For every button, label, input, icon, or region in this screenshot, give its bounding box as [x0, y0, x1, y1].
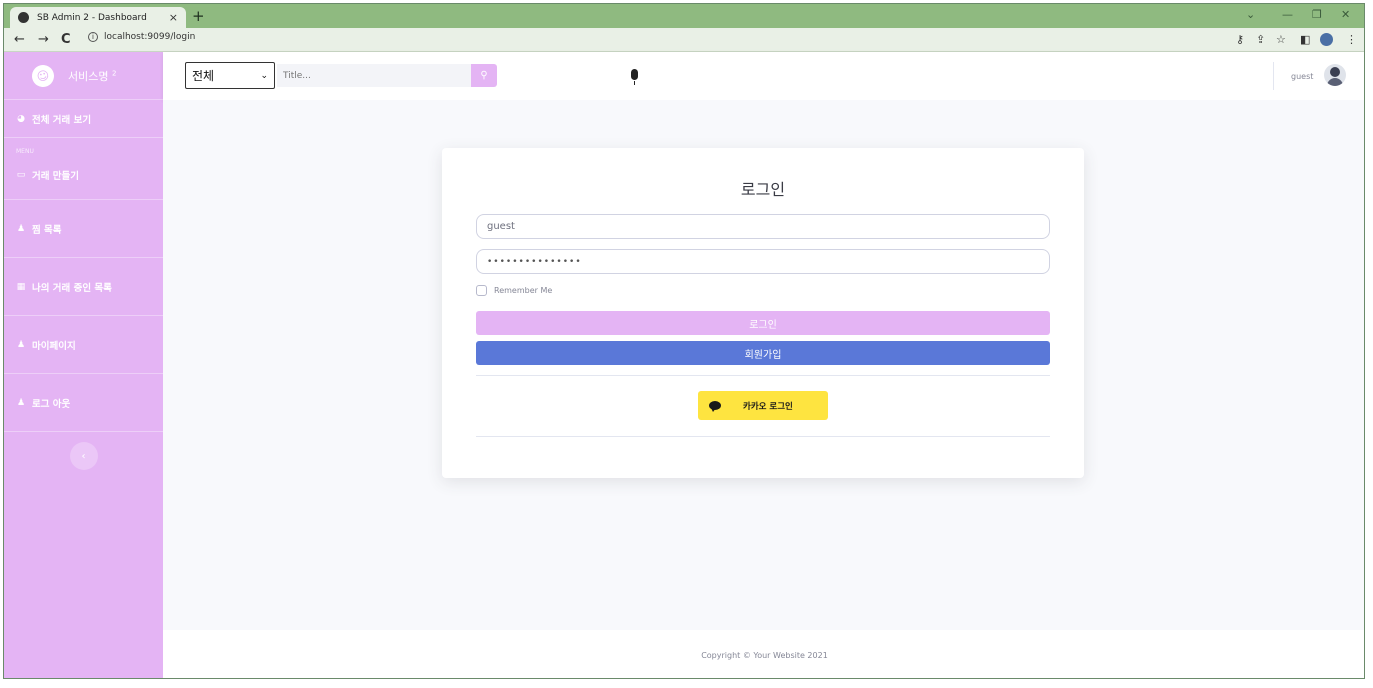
new-tab-button[interactable]: +: [192, 7, 205, 25]
table-icon: ▦: [16, 281, 26, 292]
sidebar-item-label: 찜 목록: [32, 224, 62, 236]
topbar: 전체 ⌄ ⚲ guest: [163, 52, 1364, 100]
user-icon: ♟: [16, 223, 26, 234]
brand-name: 서비스명 2: [68, 68, 117, 83]
chevron-left-icon: ‹: [81, 450, 86, 462]
sidepanel-icon[interactable]: ◧: [1300, 33, 1310, 46]
sidebar-item-label: 나의 거래 중인 목록: [32, 282, 112, 294]
sidebar-item-label: 마이페이지: [32, 340, 76, 352]
kakao-login-label: 카카오 로그인: [743, 401, 793, 412]
forward-button[interactable]: →: [38, 32, 49, 47]
kakao-login-button[interactable]: 카카오 로그인: [698, 391, 828, 420]
login-card: 로그인 guest ••••••••••••••• Remember Me 로그…: [442, 148, 1084, 478]
user-icon: ♟: [16, 397, 26, 408]
sidebar-item-logout[interactable]: ♟ 로그 아웃: [4, 374, 163, 432]
browser-window: SB Admin 2 - Dashboard × + ⌄ — ❐ ✕ ← → C…: [3, 3, 1365, 679]
category-selected-value: 전체: [192, 69, 215, 83]
password-field[interactable]: •••••••••••••••: [476, 249, 1050, 274]
url-text: localhost:9099/login: [104, 32, 196, 42]
remember-me[interactable]: Remember Me: [476, 285, 552, 296]
page-title: 로그인: [740, 180, 786, 199]
sidebar-heading: MENU: [16, 148, 34, 155]
window-close-icon[interactable]: ✕: [1341, 8, 1350, 21]
browser-toolbar: ← → C i localhost:9099/login ⚷ ⇪ ☆ ◧ ⋮: [4, 28, 1364, 52]
microphone-icon[interactable]: [631, 69, 638, 85]
profile-icon[interactable]: [1320, 33, 1333, 46]
sidebar-item-label: 거래 만들기: [32, 170, 80, 182]
remember-me-label: Remember Me: [494, 286, 553, 295]
sidebar: ☺ 서비스명 2 ◕ 전체 거래 보기 MENU ▭ 거래 만들기 ♟ 찜 목록…: [4, 52, 163, 678]
search-button[interactable]: ⚲: [471, 64, 497, 87]
address-bar[interactable]: i localhost:9099/login: [88, 32, 195, 42]
tab-close-icon[interactable]: ×: [169, 11, 178, 24]
login-button[interactable]: 로그인: [476, 311, 1050, 335]
remember-me-checkbox[interactable]: [476, 285, 487, 296]
sidebar-brand[interactable]: ☺ 서비스명 2: [4, 52, 163, 100]
share-icon[interactable]: ⇪: [1256, 33, 1265, 46]
sidebar-item-my-deals[interactable]: ▦ 나의 거래 중인 목록: [4, 258, 163, 316]
browser-tabstrip: SB Admin 2 - Dashboard × + ⌄ — ❐ ✕: [4, 4, 1364, 28]
chevron-down-icon: ⌄: [260, 70, 268, 81]
signup-button[interactable]: 회원가입: [476, 341, 1050, 365]
minimize-icon[interactable]: —: [1282, 8, 1293, 21]
speech-bubble-icon: [709, 401, 721, 412]
divider: [476, 436, 1050, 437]
copyright-text: Copyright © Your Website 2021: [701, 650, 828, 660]
sidebar-item-label: 전체 거래 보기: [32, 114, 92, 126]
user-icon: ♟: [16, 339, 26, 350]
sidebar-item-mypage[interactable]: ♟ 마이페이지: [4, 316, 163, 374]
info-icon[interactable]: i: [88, 32, 98, 42]
bookmark-star-icon[interactable]: ☆: [1276, 33, 1286, 46]
sidebar-item-wishlist[interactable]: ♟ 찜 목록: [4, 200, 163, 258]
restore-icon[interactable]: ❐: [1312, 8, 1322, 21]
sidebar-item-all-deals[interactable]: ◕ 전체 거래 보기: [4, 100, 163, 138]
search-icon: ⚲: [480, 70, 488, 81]
avatar[interactable]: [1324, 64, 1346, 86]
divider: [476, 375, 1050, 376]
globe-icon: [18, 12, 29, 23]
topbar-divider: [1273, 62, 1274, 90]
browser-tab[interactable]: SB Admin 2 - Dashboard ×: [10, 7, 186, 28]
sidebar-toggle-button[interactable]: ‹: [69, 442, 98, 470]
footer: Copyright © Your Website 2021: [163, 630, 1364, 678]
username-field[interactable]: guest: [476, 214, 1050, 239]
sidebar-item-label: 로그 아웃: [32, 398, 71, 410]
tab-search-icon[interactable]: ⌄: [1246, 8, 1255, 21]
laugh-wink-icon: ☺: [29, 62, 57, 89]
main-content: 로그인 guest ••••••••••••••• Remember Me 로그…: [163, 100, 1364, 630]
menu-kebab-icon[interactable]: ⋮: [1346, 33, 1357, 46]
reload-button[interactable]: C: [61, 32, 71, 47]
user-name[interactable]: guest: [1291, 72, 1313, 81]
card-icon: ▭: [16, 169, 26, 180]
sidebar-item-create-deal[interactable]: ▭ 거래 만들기: [4, 150, 163, 200]
key-icon[interactable]: ⚷: [1236, 33, 1244, 46]
tachometer-icon: ◕: [17, 113, 25, 124]
search-input[interactable]: [277, 64, 471, 87]
tab-title: SB Admin 2 - Dashboard: [37, 12, 147, 23]
category-select[interactable]: 전체 ⌄: [185, 62, 275, 89]
back-button[interactable]: ←: [14, 32, 25, 47]
